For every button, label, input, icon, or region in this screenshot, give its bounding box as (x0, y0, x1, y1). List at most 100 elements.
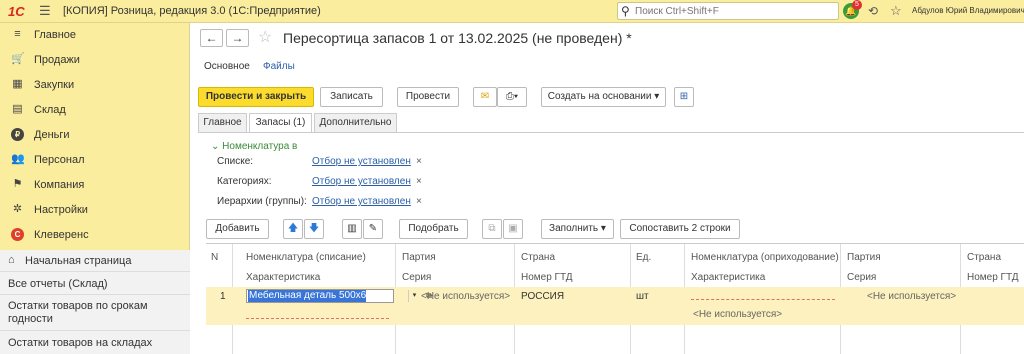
nomenclature-value: Мебельная деталь 500х600 (248, 290, 366, 302)
sidebar-item-staff[interactable]: 👥 Персонал (0, 148, 190, 172)
link-all-reports[interactable]: Все отчеты (Склад) (0, 273, 190, 295)
kleverens-icon: C (11, 228, 24, 241)
filter-label-hierarchy: Иерархии (группы): (217, 196, 307, 207)
column-header-country: Страна (521, 252, 556, 263)
subnav-files[interactable]: Файлы (263, 61, 295, 72)
back-button[interactable]: ← (200, 29, 223, 47)
stocks-table: N Номенклатура (списание) Партия Страна … (206, 243, 1024, 354)
unit-value[interactable]: шт (636, 291, 649, 302)
nomenclature-input[interactable]: Мебельная деталь 500х600 ▾ ⧉ (246, 289, 432, 303)
series2-value[interactable]: <Не используется> (693, 309, 782, 320)
link-stock-warehouses[interactable]: Остатки товаров на складах (0, 332, 190, 354)
copy-icon: ⧉ (482, 219, 502, 239)
structure-icon[interactable]: ⊞ (674, 87, 694, 107)
sidebar-item-label: Настройки (34, 204, 88, 216)
link-label: Остатки товаров на складах (8, 337, 153, 349)
move-up-icon[interactable]: 🡅 (283, 219, 303, 239)
sidebar-item-settings[interactable]: ✲ Настройки (0, 198, 190, 222)
clear-filter-categories-icon[interactable]: × (416, 176, 422, 187)
tab-main[interactable]: Главное (198, 113, 247, 133)
batch-value[interactable]: <Не используется> (421, 291, 510, 302)
add-row-button[interactable]: Добавить (206, 219, 269, 239)
move-down-icon[interactable]: 🡇 (304, 219, 324, 239)
column-header-gtd: Номер ГТД (521, 272, 573, 283)
link-label: Начальная страница (25, 255, 132, 267)
nomenclature-receipt-required-mark (691, 299, 835, 300)
sidebar-item-label: Главное (34, 29, 77, 41)
home-icon: ⌂ (8, 254, 15, 266)
app-title: [КОПИЯ] Розница, редакция 3.0 (1С:Предпр… (63, 5, 321, 17)
sidebar-item-kleverens[interactable]: C Клеверенс (0, 223, 190, 247)
match-rows-button[interactable]: Сопоставить 2 строки (620, 219, 740, 239)
table-row[interactable]: 1 Мебельная деталь 500х600 ▾ ⧉ <Не испол… (206, 287, 1024, 325)
filter-link-list[interactable]: Отбор не установлен (312, 156, 411, 167)
sidebar-item-label: Деньги (34, 129, 70, 141)
fill-label: Заполнить (549, 223, 599, 234)
search-input[interactable] (635, 5, 835, 18)
mail-icon[interactable]: ✉ (473, 87, 497, 107)
print-icon[interactable]: ⎙▾ (497, 87, 527, 107)
column-header-nomenclature-writeoff: Номенклатура (списание) (246, 252, 366, 263)
sidebar-item-company[interactable]: ⚑ Компания (0, 173, 190, 197)
column-header-nomenclature-receipt: Номенклатура (оприходование) (691, 252, 839, 263)
flag-icon: ⚑ (12, 178, 23, 190)
filter-link-hierarchy[interactable]: Отбор не установлен (312, 196, 411, 207)
post-and-close-button[interactable]: Провести и закрыть (198, 87, 314, 107)
cart-icon: 🛒 (11, 53, 25, 65)
page-title: Пересортица запасов 1 от 13.02.2025 (не … (283, 30, 632, 46)
clear-filter-list-icon[interactable]: × (416, 156, 422, 167)
money-icon: ₽ (11, 128, 24, 141)
main-menu-icon[interactable]: ☰ (39, 3, 51, 19)
global-search[interactable]: ⚲ (617, 2, 839, 20)
favorites-star-icon[interactable]: ☆ (890, 3, 902, 19)
pick-button[interactable]: Подобрать (399, 219, 468, 239)
sidebar-item-label: Продажи (34, 54, 80, 66)
filter-label-categories: Категориях: (217, 176, 272, 187)
fill-button[interactable]: Заполнить ▾ (541, 219, 614, 239)
characteristic-required-mark (246, 318, 389, 319)
edit-icon[interactable]: ✎ (363, 219, 383, 239)
sidebar-item-sales[interactable]: 🛒 Продажи (0, 48, 190, 72)
sidebar-item-money[interactable]: ₽ Деньги (0, 123, 190, 147)
filter-group-toggle[interactable]: ⌄ Номенклатура в (211, 141, 297, 152)
sidebar-item-main[interactable]: ≡ Главное (0, 23, 190, 47)
subnav-main[interactable]: Основное (204, 61, 250, 72)
tab-additional[interactable]: Дополнительно (314, 113, 397, 133)
link-label: Остатки товаров по срокам годности (8, 300, 148, 325)
purchase-icon: ▦ (12, 78, 23, 90)
save-button[interactable]: Записать (320, 87, 383, 107)
barcode-icon[interactable]: ▥ (342, 219, 362, 239)
title-bar: 1С ☰ [КОПИЯ] Розница, редакция 3.0 (1С:П… (0, 0, 1024, 23)
dropdown-arrow-icon[interactable]: ▾ (408, 290, 420, 302)
history-icon[interactable]: ⟲ (868, 4, 878, 18)
app-logo: 1С (8, 4, 25, 19)
user-name[interactable]: Абдулов Юрий Владимирович (912, 6, 1024, 15)
column-header-characteristic-2: Характеристика (691, 272, 766, 283)
sidebar-item-warehouse[interactable]: ▤ Склад (0, 98, 190, 122)
sidebar-item-label: Закупки (34, 79, 75, 91)
batch2-value[interactable]: <Не используется> (867, 291, 956, 302)
tab-stocks[interactable]: Запасы (1) (249, 113, 312, 133)
column-header-gtd-2: Номер ГТД (967, 272, 1019, 283)
sidebar-item-purchases[interactable]: ▦ Закупки (0, 73, 190, 97)
column-header-series-2: Серия (847, 272, 877, 283)
link-label: Все отчеты (Склад) (8, 278, 108, 290)
forward-button[interactable]: → (226, 29, 249, 47)
people-icon: 👥 (11, 153, 25, 165)
sidebar-item-label: Клеверенс (34, 229, 89, 241)
filter-label-list: Списке: (217, 156, 254, 167)
country-value[interactable]: РОССИЯ (521, 291, 564, 302)
sidebar-item-label: Компания (34, 179, 85, 191)
filter-link-categories[interactable]: Отбор не установлен (312, 176, 411, 187)
column-header-series: Серия (402, 272, 432, 283)
link-home-page[interactable]: ⌂ Начальная страница (0, 250, 190, 272)
favorite-star-icon[interactable]: ☆ (258, 27, 272, 47)
create-based-on-button[interactable]: Создать на основании ▾ (541, 87, 666, 107)
paste-icon: ▣ (503, 219, 523, 239)
create-based-label: Создать на основании (547, 91, 652, 102)
tab-divider (198, 132, 1024, 133)
post-button[interactable]: Провести (397, 87, 459, 107)
link-stock-expiry[interactable]: Остатки товаров по срокам годности (0, 296, 190, 331)
warehouse-icon: ▤ (12, 103, 23, 115)
clear-filter-hierarchy-icon[interactable]: × (416, 196, 422, 207)
